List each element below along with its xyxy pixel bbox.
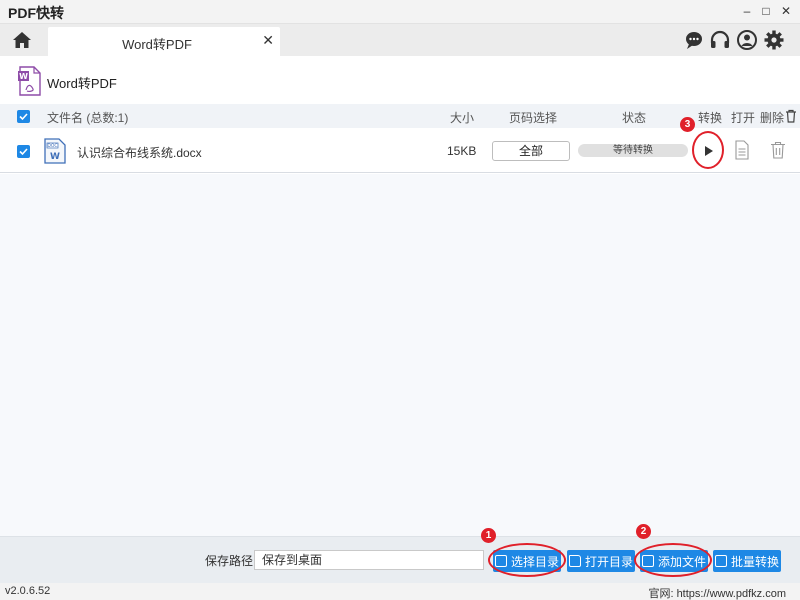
status-badge: 等待转换 <box>578 144 688 157</box>
chat-icon[interactable] <box>682 28 706 52</box>
file-size: 15KB <box>447 144 477 158</box>
add-icon <box>641 555 654 567</box>
website-link[interactable]: 官网: https://www.pdfkz.com <box>648 585 786 600</box>
section-title: Word转PDF <box>47 76 117 91</box>
open-directory-label: 打开目录 <box>584 554 633 569</box>
svg-text:W: W <box>19 72 28 81</box>
bottom-bar: 保存路径: 保存到桌面 选择目录 打开目录 添加文件 批量转换 <box>0 536 800 583</box>
table-row[interactable]: DOC W 认识综合布线系统.docx 15KB 全部 等待转换 <box>0 128 800 173</box>
batch-convert-label: 批量转换 <box>730 554 779 569</box>
open-directory-button[interactable]: 打开目录 <box>567 550 635 572</box>
column-header-size: 大小 <box>450 111 475 125</box>
file-icon-letter: W <box>50 152 60 162</box>
word-to-pdf-icon: W <box>18 66 42 96</box>
maximize-button[interactable]: □ <box>757 2 775 20</box>
add-file-button[interactable]: 添加文件 <box>640 550 708 572</box>
delete-icon[interactable] <box>770 141 786 159</box>
page-range-select[interactable]: 全部 <box>492 141 570 161</box>
tab-label: Word转PDF <box>122 37 192 52</box>
tab-close-icon[interactable]: ✕ <box>262 32 274 49</box>
folder-icon <box>568 555 581 567</box>
file-name: 认识综合布线系统.docx <box>77 146 202 160</box>
section-header: W Word转PDF <box>0 56 800 104</box>
select-all-checkbox[interactable] <box>17 110 30 123</box>
tab-word-to-pdf[interactable]: Word转PDF ✕ <box>48 27 280 56</box>
batch-convert-button[interactable]: 批量转换 <box>713 550 781 572</box>
column-header-open: 打开 <box>731 111 756 125</box>
column-header-pages: 页码选择 <box>509 111 558 125</box>
annotation-number-1: 1 <box>481 528 496 543</box>
select-directory-button[interactable]: 选择目录 <box>493 550 561 572</box>
home-icon[interactable] <box>10 28 34 52</box>
save-path-input[interactable]: 保存到桌面 <box>254 550 484 570</box>
add-file-label: 添加文件 <box>657 554 706 569</box>
title-bar: PDF快转 – □ ✕ <box>0 0 800 24</box>
save-path-label: 保存路径: <box>205 554 257 568</box>
column-header-delete: 删除 <box>760 111 785 125</box>
column-header-status: 状态 <box>622 111 647 125</box>
annotation-number-3: 3 <box>680 117 695 132</box>
status-bar: v2.0.6.52 官网: https://www.pdfkz.com <box>0 583 800 600</box>
delete-all-icon[interactable] <box>785 109 797 123</box>
file-icon-ext: DOC <box>47 143 57 149</box>
version-label: v2.0.6.52 <box>5 585 51 597</box>
user-icon[interactable] <box>735 28 759 52</box>
close-button[interactable]: ✕ <box>777 2 795 20</box>
open-file-icon[interactable] <box>735 140 749 160</box>
column-header-convert: 转换 <box>698 111 723 125</box>
column-header-filename: 文件名 (总数:1) <box>47 111 129 125</box>
file-list-area <box>0 174 800 536</box>
minimize-button[interactable]: – <box>738 2 756 20</box>
headset-icon[interactable] <box>708 28 732 52</box>
app-title: PDF快转 <box>8 5 64 21</box>
convert-icon <box>714 555 727 567</box>
row-checkbox[interactable] <box>17 145 30 158</box>
play-icon[interactable] <box>697 140 719 162</box>
annotation-number-2: 2 <box>636 524 651 539</box>
gear-icon[interactable] <box>762 28 786 52</box>
word-file-icon: DOC W <box>44 138 66 164</box>
tab-bar: Word转PDF ✕ <box>0 24 800 56</box>
save-icon <box>494 555 507 567</box>
select-directory-label: 选择目录 <box>510 554 559 569</box>
